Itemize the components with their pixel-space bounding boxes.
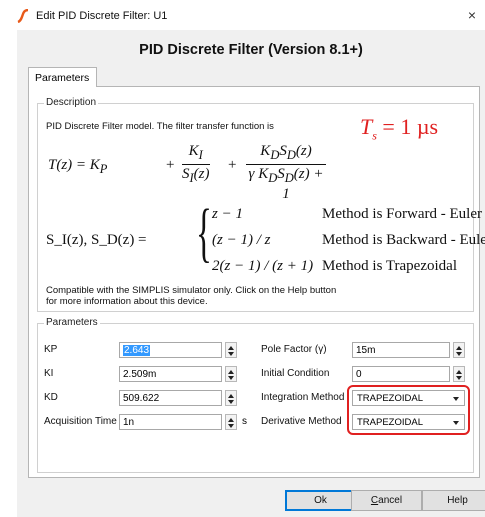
ki-label: KI: [44, 368, 54, 379]
transfer-function-lhs: T(z) = KP: [48, 157, 108, 176]
derivative-method-label: Derivative Method: [261, 416, 342, 427]
cases-row: 2(z − 1) / (z + 1) Method is Trapezoidal: [212, 258, 457, 274]
kd-field[interactable]: 509.622: [119, 390, 222, 406]
kp-spinner[interactable]: [225, 342, 237, 358]
ki-spinner[interactable]: [225, 366, 237, 382]
pole-factor-label: Pole Factor (γ): [261, 344, 327, 355]
ok-button[interactable]: Ok: [285, 490, 356, 511]
sample-time-annotation: Ts = 1 µs: [360, 114, 439, 143]
cases-brace: {: [196, 196, 212, 269]
integration-method-label: Integration Method: [261, 392, 345, 403]
tab-parameters[interactable]: Parameters: [28, 67, 97, 87]
cases-lhs: S_I(z), S_D(z) =: [46, 232, 147, 248]
simplis-icon: [17, 9, 29, 23]
description-intro: PID Discrete Filter model. The filter tr…: [46, 121, 274, 132]
acquisition-time-field[interactable]: 1n: [119, 414, 222, 430]
dialog-body: PID Discrete Filter (Version 8.1+) Param…: [17, 30, 485, 517]
cancel-button[interactable]: Cancel: [351, 490, 422, 511]
compatibility-note: Compatible with the SIMPLIS simulator on…: [46, 285, 337, 307]
cases-row: (z − 1) / z Method is Backward - Euler: [212, 232, 485, 248]
description-group: Description PID Discrete Filter model. T…: [37, 97, 485, 312]
pole-factor-spinner[interactable]: [453, 342, 465, 358]
kd-label: KD: [44, 392, 58, 403]
acquisition-time-unit: s: [242, 416, 247, 427]
transfer-function-equation: T(z) = KP + KI SI(z) + KDSD(z) γ KDSD(z)…: [48, 143, 328, 202]
initial-condition-field[interactable]: 0: [352, 366, 450, 382]
pole-factor-field[interactable]: 15m: [352, 342, 450, 358]
window-title: Edit PID Discrete Filter: U1: [36, 10, 168, 22]
description-legend: Description: [44, 97, 99, 108]
method-highlight-box: [347, 385, 470, 435]
close-icon[interactable]: ×: [463, 6, 481, 24]
title-bar: Edit PID Discrete Filter: U1 ×: [0, 0, 485, 30]
dialog-heading: PID Discrete Filter (Version 8.1+): [139, 42, 363, 58]
ki-field[interactable]: 2.509m: [119, 366, 222, 382]
parameters-legend: Parameters: [44, 317, 100, 328]
integral-term: KI SI(z): [182, 143, 210, 185]
dialog-header: PID Discrete Filter (Version 8.1+): [17, 30, 485, 68]
parameters-panel: Description PID Discrete Filter model. T…: [28, 86, 485, 478]
cases-row: z − 1 Method is Forward - Euler: [212, 206, 482, 222]
help-button[interactable]: Help: [422, 490, 485, 511]
kp-field[interactable]: 2.643: [119, 342, 222, 358]
initial-condition-label: Initial Condition: [261, 368, 330, 379]
kp-label: KP: [44, 344, 58, 355]
parameters-group: Parameters KP 2.643 KI 2.509m KD 509.622…: [37, 317, 474, 473]
acquisition-time-spinner[interactable]: [225, 414, 237, 430]
method-cases-equation: S_I(z), S_D(z) = { z − 1 Method is Forwar…: [46, 200, 485, 284]
initial-condition-spinner[interactable]: [453, 366, 465, 382]
kd-spinner[interactable]: [225, 390, 237, 406]
acquisition-time-label: Acquisition Time: [44, 416, 117, 427]
derivative-term: KDSD(z) γ KDSD(z) + 1: [246, 143, 326, 203]
